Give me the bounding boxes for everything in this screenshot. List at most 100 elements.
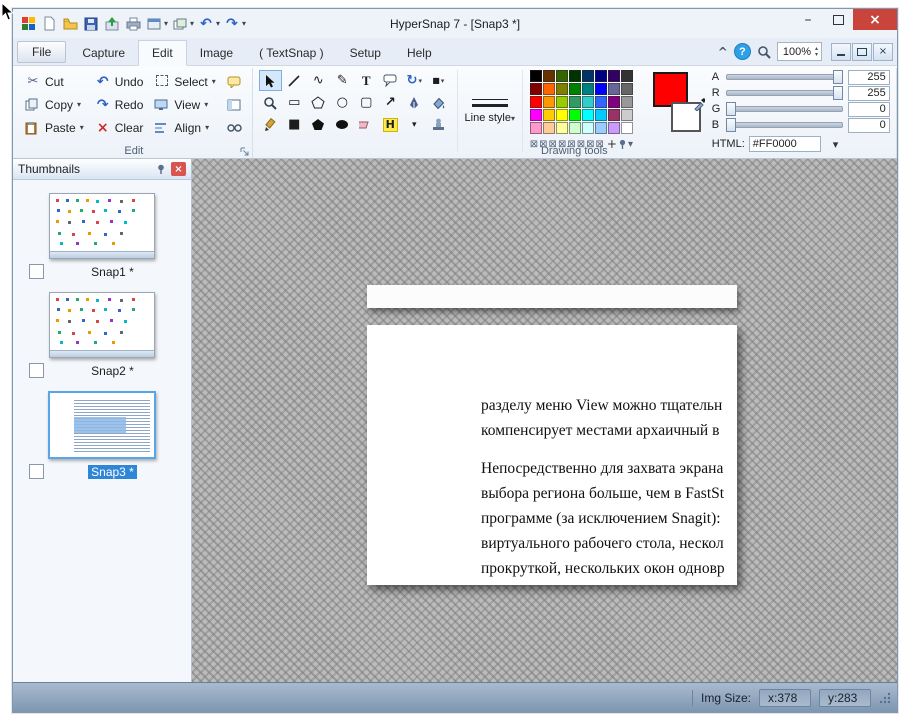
capture-window-dropdown[interactable]: ▾ (164, 19, 168, 28)
close-panel-icon[interactable]: × (171, 162, 186, 176)
thumbnail-label[interactable]: Snap1 * (44, 265, 181, 279)
open-folder-icon[interactable] (61, 15, 79, 33)
filled-ellipse-tool[interactable] (331, 114, 354, 135)
blue-slider[interactable] (726, 122, 843, 128)
mdi-minimize-button[interactable] (831, 43, 851, 61)
palette-color[interactable] (608, 96, 620, 108)
mdi-restore-button[interactable] (852, 43, 872, 61)
curve-tool[interactable]: ∿ (307, 70, 330, 91)
clear-button[interactable]: × Clear (92, 119, 147, 137)
palette-color[interactable] (595, 109, 607, 121)
palette-color[interactable] (582, 70, 594, 82)
capture-window-icon[interactable] (145, 15, 163, 33)
thumbnail-snap1[interactable]: Snap1 * (23, 193, 181, 279)
redo-button[interactable]: ↷ Redo (92, 96, 147, 114)
thumbnail-label[interactable]: Snap3 * (88, 465, 137, 479)
palette-color[interactable] (530, 96, 542, 108)
palette-color[interactable] (569, 83, 581, 95)
pencil-tool[interactable]: ✎ (331, 70, 354, 91)
palette-color[interactable] (621, 96, 633, 108)
alpha-value[interactable]: 255 (848, 70, 890, 85)
palette-color[interactable] (621, 122, 633, 134)
palette-color[interactable] (556, 109, 568, 121)
palette-color[interactable] (621, 83, 633, 95)
paste-button[interactable]: Paste▾ (22, 120, 87, 136)
rounded-rect-tool[interactable]: ▢ (355, 92, 378, 113)
palette-color[interactable] (530, 109, 542, 121)
text-note-button[interactable] (224, 75, 246, 89)
palette-color[interactable] (569, 109, 581, 121)
eraser-tool[interactable] (355, 114, 378, 135)
palette-color[interactable] (608, 122, 620, 134)
zoom-level-combobox[interactable]: 100% ▴▾ (777, 42, 822, 61)
minimize-button[interactable]: – (793, 9, 823, 30)
redo-icon[interactable]: ↷ (223, 15, 241, 33)
thumbnail-checkbox[interactable] (29, 363, 44, 378)
line-tool[interactable] (283, 70, 306, 91)
green-value[interactable]: 0 (848, 102, 890, 117)
palette-color[interactable] (582, 96, 594, 108)
palette-color[interactable] (556, 96, 568, 108)
ellipse-tool[interactable]: ○ (331, 92, 354, 113)
palette-color[interactable] (595, 122, 607, 134)
undo-icon[interactable]: ↶ (197, 15, 215, 33)
filled-rect-tool[interactable]: ■ (283, 114, 306, 135)
palette-color[interactable] (595, 70, 607, 82)
copy-to-dropdown[interactable]: ▾ (190, 19, 194, 28)
pen-tool[interactable] (403, 92, 426, 113)
print-icon[interactable] (124, 15, 142, 33)
palette-color[interactable] (608, 83, 620, 95)
mdi-close-button[interactable]: × (873, 43, 893, 61)
zoom-spinner[interactable]: ▴▾ (815, 46, 818, 58)
help-icon[interactable]: ? (734, 43, 751, 60)
alpha-slider[interactable] (726, 74, 843, 80)
palette-color[interactable] (595, 83, 607, 95)
palette-color[interactable] (582, 109, 594, 121)
view-button[interactable]: View▾ (151, 97, 218, 113)
thumbnail-image[interactable] (49, 292, 155, 358)
palette-color[interactable] (608, 109, 620, 121)
palette-color[interactable] (530, 122, 542, 134)
close-button[interactable]: × (853, 9, 897, 30)
tab-capture[interactable]: Capture (69, 41, 138, 65)
panels-button[interactable] (224, 98, 246, 112)
tab-help[interactable]: Help (394, 41, 445, 65)
qat-more-icon[interactable]: ▾ (242, 19, 246, 28)
copy-button[interactable]: Copy▾ (22, 97, 87, 113)
tab-image[interactable]: Image (187, 41, 246, 65)
palette-color[interactable] (621, 109, 633, 121)
palette-color[interactable] (556, 70, 568, 82)
marker-tool[interactable] (259, 114, 282, 135)
thumbnail-label[interactable]: Snap2 * (44, 364, 181, 378)
palette-color[interactable] (569, 96, 581, 108)
palette-color[interactable] (582, 122, 594, 134)
blue-value[interactable]: 0 (848, 118, 890, 133)
green-slider[interactable] (726, 106, 843, 112)
red-slider[interactable] (726, 90, 843, 96)
align-button[interactable]: Align▾ (151, 120, 218, 136)
tab-file[interactable]: File (17, 41, 66, 63)
resize-grip[interactable] (879, 692, 891, 704)
palette-color[interactable] (569, 70, 581, 82)
palette-color[interactable] (543, 122, 555, 134)
text-tool[interactable]: T (355, 70, 378, 91)
thumbnail-snap3[interactable]: Snap3 * (23, 391, 181, 479)
glasses-button[interactable] (224, 122, 246, 133)
palette-color[interactable] (543, 109, 555, 121)
select-tool[interactable] (259, 70, 282, 91)
palette-color[interactable] (530, 70, 542, 82)
thumbnail-checkbox[interactable] (29, 464, 44, 479)
polygon-tool[interactable] (307, 92, 330, 113)
palette-color[interactable] (543, 96, 555, 108)
palette-color[interactable] (556, 122, 568, 134)
filled-polygon-tool[interactable] (307, 114, 330, 135)
dialog-launcher-icon[interactable] (240, 147, 249, 156)
tab-textsnap[interactable]: ( TextSnap ) (246, 41, 336, 65)
copy-to-icon[interactable] (171, 15, 189, 33)
shape-picker-tool[interactable]: ■▾ (427, 70, 450, 91)
palette-color[interactable] (582, 83, 594, 95)
highlight-tool[interactable]: H (379, 114, 402, 135)
arrow-tool[interactable]: ↗ (379, 92, 402, 113)
new-file-icon[interactable] (40, 15, 58, 33)
thumbnail-image[interactable] (48, 391, 156, 459)
